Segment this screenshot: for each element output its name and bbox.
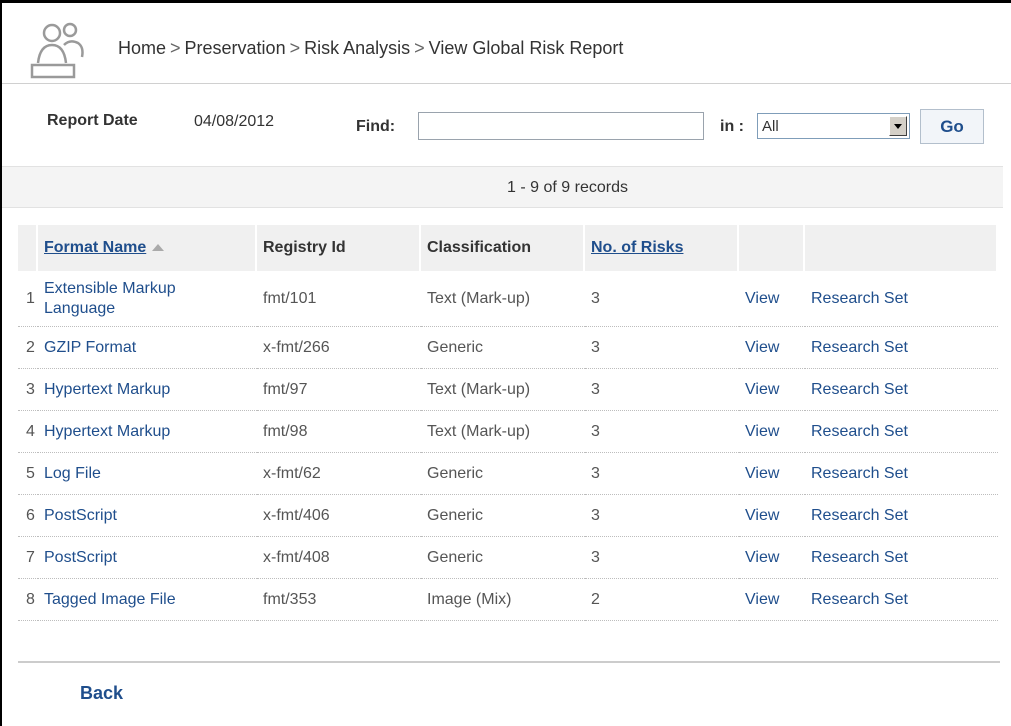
table-bottom-rule (18, 661, 1000, 663)
no-of-risks-header[interactable]: No. of Risks (585, 225, 739, 271)
find-input[interactable] (418, 112, 704, 140)
risk-count: 3 (585, 411, 739, 453)
row-number: 2 (18, 327, 38, 369)
table-row: 2 GZIP Format x-fmt/266 Generic 3 View Researc… (18, 327, 998, 369)
row-number-header (18, 225, 38, 271)
breadcrumb-preservation[interactable]: Preservation (185, 38, 286, 58)
search-field-selected: All (762, 118, 779, 135)
table-row: 4 Hypertext Markup fmt/98 Text (Mark-up) 3 Vi… (18, 411, 998, 453)
go-button[interactable]: Go (920, 109, 984, 144)
report-date-label: Report Date (47, 112, 138, 129)
format-name-header[interactable]: Format Name (38, 225, 257, 271)
search-field-select[interactable]: All (757, 113, 910, 139)
view-link[interactable]: View (739, 495, 805, 537)
research-set-link[interactable]: Research Set (805, 453, 998, 495)
view-link[interactable]: View (739, 537, 805, 579)
registry-id-header: Registry Id (257, 225, 421, 271)
users-icon (30, 22, 84, 79)
row-number: 6 (18, 495, 38, 537)
classification: Generic (421, 537, 585, 579)
breadcrumb-current-page: View Global Risk Report (428, 38, 624, 58)
classification: Generic (421, 327, 585, 369)
view-header (739, 225, 805, 271)
risk-count: 3 (585, 369, 739, 411)
classification: Text (Mark-up) (421, 369, 585, 411)
report-date-value: 04/08/2012 (194, 113, 275, 130)
chevron-down-icon[interactable] (889, 116, 907, 136)
table-row: 5 Log File x-fmt/62 Generic 3 View Research Se… (18, 453, 998, 495)
page-header: Home > Preservation > Risk Analysis > View Glo… (2, 3, 1011, 84)
format-name-link[interactable]: Hypertext Markup (38, 369, 257, 411)
table-row: 7 PostScript x-fmt/408 Generic 3 View Research… (18, 537, 998, 579)
table-row: 6 PostScript x-fmt/406 Generic 3 View Research… (18, 495, 998, 537)
classification-header: Classification (421, 225, 585, 271)
risk-count: 3 (585, 453, 739, 495)
research-set-link[interactable]: Research Set (805, 537, 998, 579)
view-link[interactable]: View (739, 579, 805, 621)
table-header-row: Format Name Registry Id Classification N… (18, 225, 998, 271)
row-number: 7 (18, 537, 38, 579)
row-number: 3 (18, 369, 38, 411)
research-set-link[interactable]: Research Set (805, 495, 998, 537)
table-row: 8 Tagged Image File fmt/353 Image (Mix) 2 Vie… (18, 579, 998, 621)
risk-count: 3 (585, 537, 739, 579)
view-link[interactable]: View (739, 271, 805, 327)
records-count: 1 - 9 of 9 records (2, 166, 1003, 208)
in-label: in : (720, 118, 744, 135)
format-name-link[interactable]: Extensible Markup Language (38, 271, 257, 327)
research-set-link[interactable]: Research Set (805, 579, 998, 621)
breadcrumb: Home > Preservation > Risk Analysis > View Glo… (118, 38, 624, 58)
registry-id: fmt/97 (257, 369, 421, 411)
registry-id: fmt/101 (257, 271, 421, 327)
format-name-link[interactable]: Tagged Image File (38, 579, 257, 621)
classification: Image (Mix) (421, 579, 585, 621)
format-name-link[interactable]: PostScript (38, 537, 257, 579)
research-set-link[interactable]: Research Set (805, 327, 998, 369)
risk-report-table: Format Name Registry Id Classification N… (18, 225, 998, 621)
research-header (805, 225, 998, 271)
registry-id: x-fmt/408 (257, 537, 421, 579)
classification: Text (Mark-up) (421, 411, 585, 453)
back-link[interactable]: Back (80, 683, 123, 704)
classification: Generic (421, 495, 585, 537)
breadcrumb-home[interactable]: Home (118, 38, 166, 58)
classification: Generic (421, 453, 585, 495)
sort-ascending-icon (152, 244, 165, 252)
table-row: 1 Extensible Markup Language fmt/101 Text (… (18, 271, 998, 327)
row-number: 4 (18, 411, 38, 453)
format-name-link[interactable]: Log File (38, 453, 257, 495)
breadcrumb-risk-analysis[interactable]: Risk Analysis (304, 38, 410, 58)
classification: Text (Mark-up) (421, 271, 585, 327)
format-name-link[interactable]: GZIP Format (38, 327, 257, 369)
table-row: 3 Hypertext Markup fmt/97 Text (Mark-up) 3 Vi… (18, 369, 998, 411)
registry-id: fmt/353 (257, 579, 421, 621)
row-number: 1 (18, 271, 38, 327)
risk-count: 2 (585, 579, 739, 621)
research-set-link[interactable]: Research Set (805, 411, 998, 453)
view-link[interactable]: View (739, 369, 805, 411)
risk-count: 3 (585, 495, 739, 537)
format-name-link[interactable]: Hypertext Markup (38, 411, 257, 453)
view-link[interactable]: View (739, 411, 805, 453)
view-link[interactable]: View (739, 327, 805, 369)
registry-id: fmt/98 (257, 411, 421, 453)
research-set-link[interactable]: Research Set (805, 271, 998, 327)
row-number: 5 (18, 453, 38, 495)
row-number: 8 (18, 579, 38, 621)
view-link[interactable]: View (739, 453, 805, 495)
registry-id: x-fmt/406 (257, 495, 421, 537)
risk-count: 3 (585, 327, 739, 369)
registry-id: x-fmt/266 (257, 327, 421, 369)
risk-count: 3 (585, 271, 739, 327)
research-set-link[interactable]: Research Set (805, 369, 998, 411)
find-label: Find: (356, 118, 396, 135)
registry-id: x-fmt/62 (257, 453, 421, 495)
format-name-link[interactable]: PostScript (38, 495, 257, 537)
